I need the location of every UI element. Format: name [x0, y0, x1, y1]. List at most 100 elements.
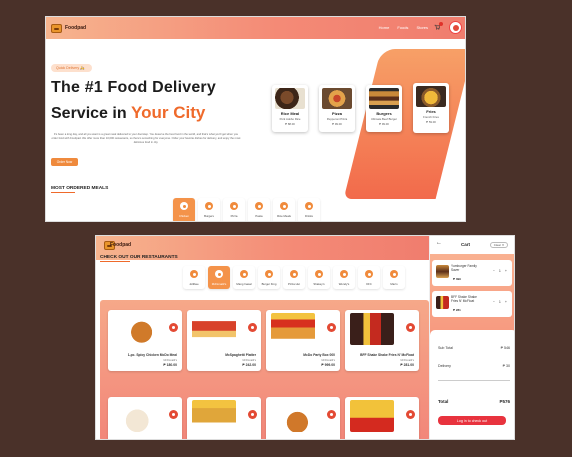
dish-subtitle: French Fries — [423, 115, 439, 119]
shakeys-icon — [315, 270, 323, 278]
menu-item-image — [113, 400, 157, 432]
menu-item-card[interactable]: McSpaghetti Platter McDonald's ₱ 242.00 — [187, 310, 261, 371]
category-tab-drinks[interactable]: Drinks — [298, 198, 320, 221]
jollibee-icon — [190, 270, 198, 278]
menu-item-card[interactable] — [108, 397, 182, 439]
add-to-cart-icon[interactable] — [248, 323, 257, 332]
top-navbar: Foodpad Home Foods Stores — [46, 17, 465, 39]
restaurant-tab-jollibee[interactable]: Jollibee — [183, 266, 205, 289]
category-tab-pizza[interactable]: Pizza — [223, 198, 245, 221]
menu-item-image — [271, 400, 315, 432]
restaurant-label: Burger King — [261, 282, 277, 286]
quantity-stepper: −1 + — [493, 300, 507, 304]
menu-item-store: McDonald's — [242, 359, 256, 362]
increment-icon[interactable]: + — [505, 300, 507, 304]
dish-title: Fries — [426, 109, 436, 114]
menu-item-store: McDonald's — [321, 359, 335, 362]
pizza-icon — [230, 202, 238, 210]
featured-dish-card[interactable]: Fries French Fries ₱ 59.00 — [413, 83, 449, 133]
category-tab-chicken[interactable]: Chicken — [173, 198, 195, 221]
total-row: Total P576 — [438, 399, 510, 404]
burger-king-icon — [265, 270, 273, 278]
nav-stores[interactable]: Stores — [416, 25, 428, 30]
maxs-icon — [390, 270, 398, 278]
menu-item-card[interactable]: 1-pc. Spicy Chicken McDo Meal McDonald's… — [108, 310, 182, 371]
hero-paragraph: It's been a long day, and all you want i… — [51, 133, 241, 144]
hero-highlight: Your City — [131, 103, 206, 122]
burger-icon — [205, 202, 213, 210]
hero-title-line2: Service in Your City — [51, 103, 206, 122]
decrement-icon[interactable]: − — [493, 300, 495, 304]
category-label: Rice Meals — [277, 214, 291, 218]
clear-cart-button[interactable]: Clear ✕ — [490, 242, 508, 248]
restaurant-tab-mang-inasal[interactable]: Mang Inasal — [233, 266, 255, 289]
featured-dish-card[interactable]: Pizza Pepperoni Pizza ₱ 99.00 — [319, 85, 355, 132]
cart-item-name: BFF Shake Shake Fries N' McFloat — [451, 295, 477, 303]
dish-subtitle: Pepperoni Pizza — [326, 117, 348, 121]
menu-item-card[interactable] — [345, 397, 419, 439]
restaurant-label: Shakey's — [313, 282, 325, 286]
restaurants-page-screenshot: Foodpad CHECK OUT OUR RESTAURANTS Jollib… — [95, 235, 515, 440]
cart-panel: ← Cart Clear ✕ Yumburger Family Saver ₱ … — [429, 236, 514, 439]
restaurant-tab-kfc[interactable]: KFC — [358, 266, 380, 289]
spaghetti-platter-image — [192, 313, 236, 345]
add-to-cart-icon[interactable] — [169, 323, 178, 332]
menu-item-price: ₱ 281.00 — [400, 363, 414, 367]
restaurant-label: KFC — [366, 282, 372, 286]
meal-category-tabs: Chicken Burgers Pizza Pasta Rice Meals D… — [173, 198, 320, 221]
order-now-button[interactable]: Order Now — [51, 158, 78, 166]
add-to-cart-icon[interactable] — [248, 410, 257, 419]
restaurant-tab-shakeys[interactable]: Shakey's — [308, 266, 330, 289]
increment-icon[interactable]: + — [505, 269, 507, 273]
nav-foods[interactable]: Foods — [397, 25, 408, 30]
avatar[interactable] — [449, 21, 462, 34]
menu-item-card[interactable]: McDo Party Box 000 McDonald's ₱ 999.00 — [266, 310, 340, 371]
restaurant-label: Jollibee — [189, 282, 199, 286]
brand-name[interactable]: Foodpad — [110, 242, 131, 248]
restaurant-tab-wendys[interactable]: Wendy's — [333, 266, 355, 289]
mcdonalds-icon — [215, 270, 223, 278]
cart-item: Yumburger Family Saver ₱ 399 −1 + — [432, 260, 512, 286]
add-to-cart-icon[interactable] — [406, 323, 415, 332]
menu-item-card[interactable] — [266, 397, 340, 439]
brand-name[interactable]: Foodpad — [65, 25, 86, 31]
featured-dish-card[interactable]: Burgers Ultimate Beef Burger ₱ 99.00 — [366, 85, 402, 132]
dish-title: Rice Meal — [280, 111, 300, 116]
bff-fries-mcfloat-image — [350, 313, 394, 345]
fries-image — [416, 86, 446, 107]
decrement-icon[interactable]: − — [493, 269, 495, 273]
restaurant-tab-mcdonalds[interactable]: McDonald's — [208, 266, 230, 289]
most-ordered-title: MOST ORDERED MEALS — [51, 186, 109, 191]
featured-dish-card[interactable]: Rice Meal Pork Adobo Rice ₱ 88.00 — [272, 85, 308, 132]
chicken-icon — [180, 202, 188, 210]
quantity-stepper: −1 + — [493, 269, 507, 273]
restaurant-label: Max's — [390, 282, 398, 286]
cart-badge — [439, 22, 443, 26]
nav-home[interactable]: Home — [379, 25, 390, 30]
add-to-cart-icon[interactable] — [169, 410, 178, 419]
restaurant-tab-burger-king[interactable]: Burger King — [258, 266, 280, 289]
category-label: Chicken — [178, 214, 190, 218]
drink-icon — [305, 202, 313, 210]
subtotal-value: ₱ 546 — [500, 346, 510, 350]
dish-price: ₱ 59.00 — [426, 120, 436, 124]
rice-icon — [280, 202, 288, 210]
add-to-cart-icon[interactable] — [327, 323, 336, 332]
dish-price: ₱ 99.00 — [332, 122, 342, 126]
menu-item-card[interactable] — [187, 397, 261, 439]
cart-title: Cart — [461, 242, 471, 247]
restaurant-tab-pizza-hut[interactable]: Pizza Hut — [283, 266, 305, 289]
category-tab-pasta[interactable]: Pasta — [248, 198, 270, 221]
foodpad-logo-icon[interactable] — [51, 23, 62, 33]
quick-delivery-pill: Quick Delivery 🛵 — [51, 64, 92, 72]
category-tab-burgers[interactable]: Burgers — [198, 198, 220, 221]
add-to-cart-icon[interactable] — [406, 410, 415, 419]
login-checkout-button[interactable]: Log in to check out — [438, 416, 506, 425]
category-tab-rice-meals[interactable]: Rice Meals — [273, 198, 295, 221]
back-arrow-icon[interactable]: ← — [436, 240, 442, 246]
rice-meal-image — [275, 88, 305, 109]
menu-item-card[interactable]: BFF Shake Shake Fries N' McFloat McDonal… — [345, 310, 419, 371]
restaurant-tab-maxs[interactable]: Max's — [383, 266, 405, 289]
add-to-cart-icon[interactable] — [327, 410, 336, 419]
category-label: Drinks — [305, 214, 313, 218]
